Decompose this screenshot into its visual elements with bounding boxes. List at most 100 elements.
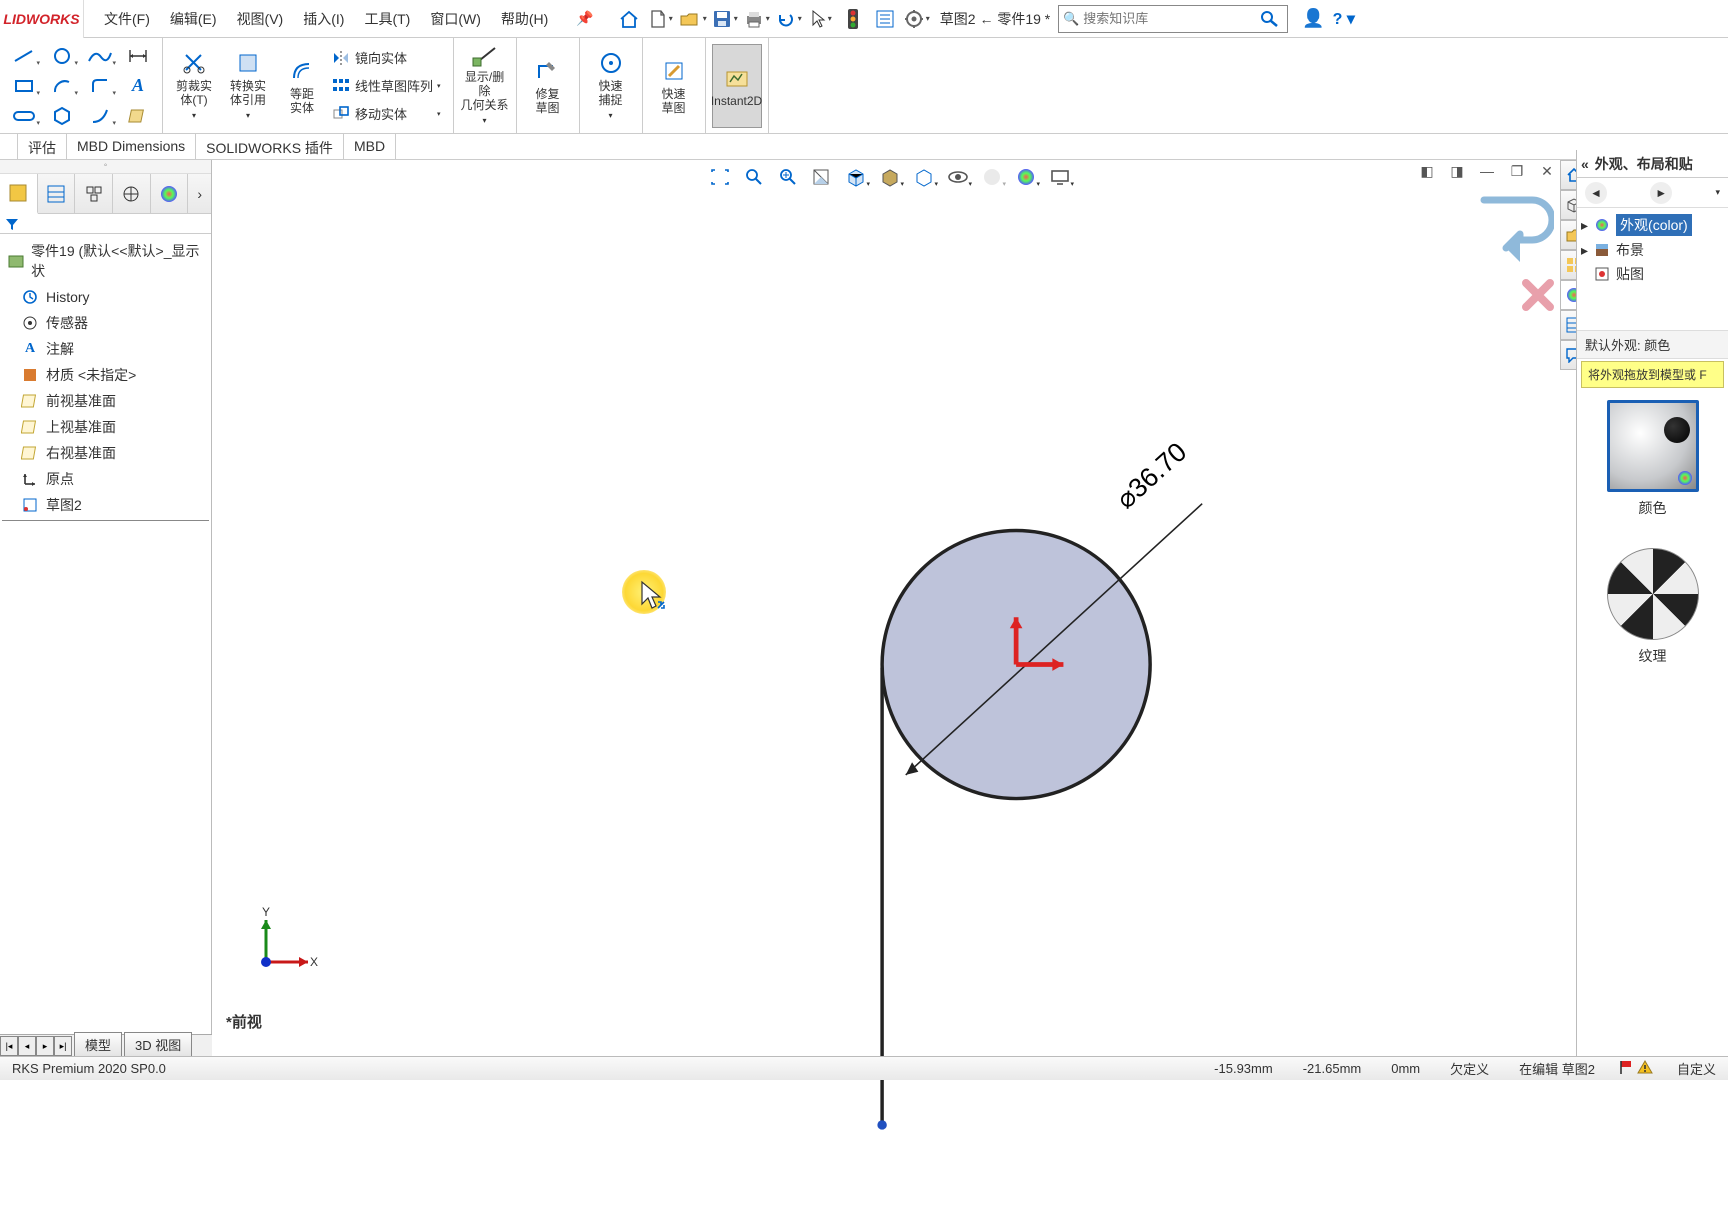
status-x: -15.93mm [1208,1061,1279,1076]
rpanel-fwd-icon[interactable]: ► [1650,182,1672,204]
offset-button[interactable]: 等距 实体 [277,44,327,128]
panel-more-icon[interactable]: › [188,186,211,202]
rp-row-appearance[interactable]: ▸外观(color) [1581,212,1724,238]
tree-root[interactable]: 零件19 (默认<<默认>_显示状 [2,238,209,284]
menu-window[interactable]: 窗口(W) [420,3,491,35]
graphics-view[interactable]: ▾ ▾ ▾ ▾ ▾ ▾ ▾ ◧ ◨ — ❐ ✕ ⌀36.70 [212,160,1568,1036]
polygon-tool[interactable] [44,102,80,130]
thumb-texture-label: 纹理 [1607,646,1699,666]
snap-button[interactable]: 快速 捕捉▾ [586,44,636,128]
status-flag-icon[interactable] [1619,1059,1633,1078]
pin-icon[interactable]: 📌 [576,10,593,27]
status-z: 0mm [1385,1061,1426,1076]
rpanel-dropdown-icon[interactable]: ▾ [1715,187,1720,198]
search-button[interactable] [1259,9,1281,32]
undo-icon[interactable]: ▾ [774,6,804,32]
menu-edit[interactable]: 编辑(E) [160,3,227,35]
status-warn-icon[interactable] [1637,1059,1653,1078]
rp-row-decal[interactable]: ▸贴图 [1581,262,1724,286]
menu-tools[interactable]: 工具(T) [354,3,420,35]
thumb-color[interactable] [1607,400,1699,492]
panel-grip[interactable]: ◦ [0,160,211,174]
menu-insert[interactable]: 插入(I) [293,3,354,35]
convert-button[interactable]: 转换实 体引用▾ [223,44,273,128]
save-icon[interactable]: ▾ [710,6,740,32]
dimxpert-tab[interactable] [113,174,151,214]
menu-help[interactable]: 帮助(H) [491,3,558,35]
dimension-text[interactable]: ⌀36.70 [1110,437,1192,515]
help-icon[interactable]: ? ▾ [1333,9,1355,29]
tree-history[interactable]: History [16,284,209,310]
mirror-button[interactable]: 镜向实体 [331,45,447,71]
status-custom[interactable]: 自定义 [1671,1059,1722,1078]
relations-button[interactable]: 显示/删除 几何关系▾ [460,44,510,128]
plane-tool[interactable] [120,102,156,130]
rapid-sketch-button[interactable]: 快速 草图 [649,44,699,128]
tree-sketch2[interactable]: 草图2 [16,492,209,518]
tab-mbd[interactable]: MBD [344,134,396,159]
status-definition: 欠定义 [1444,1059,1495,1078]
tree-origin[interactable]: 原点 [16,466,209,492]
instant2d-button[interactable]: Instant2D [712,44,762,128]
tab-nav-first[interactable]: |◂ [0,1036,18,1056]
rpanel-back-icon[interactable]: ◄ [1585,182,1607,204]
tab-nav-next[interactable]: ▸ [36,1036,54,1056]
filter-icon[interactable] [4,217,20,231]
circle-tool[interactable]: ▾ [44,42,80,70]
list-icon[interactable] [870,6,900,32]
tab-nav-prev[interactable]: ◂ [18,1036,36,1056]
options-icon[interactable]: ▾ [902,6,932,32]
slot-tool[interactable]: ▾ [6,102,42,130]
svg-text:Y: Y [262,906,270,919]
svg-text:X: X [310,955,318,969]
stoplight-icon[interactable] [838,6,868,32]
rp-row-scene[interactable]: ▸布景 [1581,238,1724,262]
thumb-texture[interactable] [1607,548,1699,640]
linear-pattern-button[interactable]: 线性草图阵列▾ [331,73,447,99]
home-icon[interactable] [614,6,644,32]
rp-drag-tip: 将外观拖放到模型或 F [1581,361,1724,388]
menu-file[interactable]: 文件(F) [94,3,160,35]
new-icon[interactable]: ▾ [646,6,676,32]
status-product: RKS Premium 2020 SP0.0 [6,1061,172,1076]
move-button[interactable]: 移动实体▾ [331,101,447,127]
menu-view[interactable]: 视图(V) [227,3,294,35]
text-tool[interactable]: A [120,72,156,100]
select-icon[interactable]: ▾ [806,6,836,32]
feature-tree-tab[interactable] [0,174,38,214]
tab-nav-last[interactable]: ▸| [54,1036,72,1056]
status-y: -21.65mm [1297,1061,1368,1076]
triad-icon: Y X [252,906,322,976]
tab-mbd-dimensions[interactable]: MBD Dimensions [67,134,196,159]
tab-3dview[interactable]: 3D 视图 [124,1032,192,1056]
arc-tool[interactable]: ▾ [44,72,80,100]
tree-annotations[interactable]: A注解 [16,336,209,362]
tree-top-plane[interactable]: 上视基准面 [16,414,209,440]
search-scope-icon: 🔍 [1063,11,1079,27]
appearance-tab[interactable] [151,174,189,214]
search-box[interactable]: 🔍 [1058,5,1288,33]
tree-front-plane[interactable]: 前视基准面 [16,388,209,414]
line-tool[interactable]: ▾ [6,42,42,70]
tab-plugins[interactable]: SOLIDWORKS 插件 [196,134,344,159]
point-tool[interactable]: ▾ [82,102,118,130]
print-icon[interactable]: ▾ [742,6,772,32]
property-tab[interactable] [38,174,76,214]
tab-model[interactable]: 模型 [74,1032,122,1056]
open-icon[interactable]: ▾ [678,6,708,32]
view-label: *前视 [226,1011,262,1032]
repair-button[interactable]: 修复 草图 [523,44,573,128]
fillet-tool[interactable]: ▾ [82,72,118,100]
tree-right-plane[interactable]: 右视基准面 [16,440,209,466]
trim-button[interactable]: 剪裁实 体(T)▾ [169,44,219,128]
spline-tool[interactable]: ▾ [82,42,118,70]
tab-evaluate[interactable]: 评估 [18,134,67,159]
config-tab[interactable] [75,174,113,214]
rectangle-tool[interactable]: ▾ [6,72,42,100]
dimension-tool[interactable] [120,42,156,70]
user-icon[interactable]: 👤 [1302,8,1324,29]
search-input[interactable] [1059,11,1287,26]
tree-sensors[interactable]: 传感器 [16,310,209,336]
tree-material[interactable]: 材质 <未指定> [16,362,209,388]
rpanel-expand-icon[interactable]: « [1581,156,1589,172]
